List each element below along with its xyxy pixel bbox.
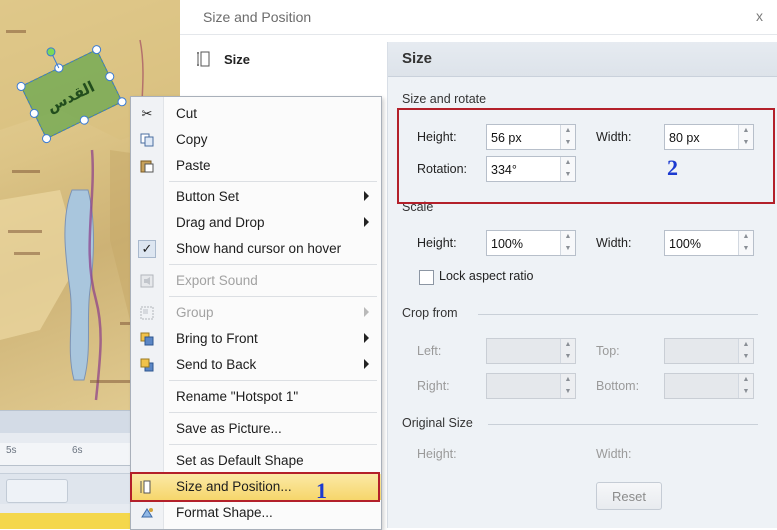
dialog-titlebar: Size and Position x — [180, 0, 777, 35]
crop-right-label: Right: — [417, 379, 450, 393]
menu-item-set-default[interactable]: Set as Default Shape — [131, 448, 381, 474]
ruler-tick-6s: 6s — [72, 445, 83, 456]
close-icon[interactable]: x — [756, 8, 763, 24]
menu-separator — [169, 296, 377, 297]
copy-icon — [139, 132, 155, 148]
scale-height-spin-arrows[interactable]: ▲ ▼ — [560, 231, 575, 255]
highlight-box-size-position — [130, 472, 380, 502]
group-crop-label: Crop from — [402, 306, 458, 320]
submenu-arrow-icon — [364, 359, 369, 369]
menu-item-bring-front[interactable]: Bring to Front — [131, 326, 381, 352]
menu-label-format-shape: Format Shape... — [176, 505, 273, 520]
group-size-rotate-label: Size and rotate — [402, 92, 487, 106]
crop-left-stepper[interactable]: ▲ ▼ — [486, 338, 576, 364]
menu-label-export-sound: Export Sound — [176, 273, 258, 288]
paste-icon — [139, 158, 155, 174]
checkmark-icon: ✓ — [138, 240, 156, 258]
submenu-arrow-icon — [364, 217, 369, 227]
menu-label-button-set: Button Set — [176, 189, 240, 204]
menu-label-cut: Cut — [176, 106, 198, 121]
send-to-back-icon — [139, 357, 155, 373]
scale-width-stepper[interactable]: 100% ▲ ▼ — [664, 230, 754, 256]
submenu-arrow-icon — [364, 333, 369, 343]
crop-top-label: Top: — [596, 344, 620, 358]
menu-item-show-hand-cursor[interactable]: ✓ Show hand cursor on hover — [131, 236, 381, 262]
menu-separator — [169, 412, 377, 413]
sidebar-item-label: Size — [224, 51, 251, 67]
menu-label-set-default: Set as Default Shape — [176, 453, 304, 468]
crop-left-label: Left: — [417, 344, 442, 358]
menu-separator — [169, 181, 377, 182]
format-shape-icon — [139, 505, 155, 521]
menu-item-drag-drop[interactable]: Drag and Drop — [131, 210, 381, 236]
size-icon — [196, 50, 214, 68]
crop-right-stepper[interactable]: ▲ ▼ — [486, 373, 576, 399]
crop-top-spin-arrows[interactable]: ▲ ▼ — [738, 339, 753, 363]
pane-header: Size — [388, 42, 777, 77]
menu-item-paste[interactable]: Paste — [131, 153, 381, 179]
menu-label-send-back: Send to Back — [176, 357, 257, 372]
ruler-tick-5s: 5s — [6, 445, 17, 456]
menu-item-rename[interactable]: Rename "Hotspot 1" — [131, 384, 381, 410]
menu-label-drag-drop: Drag and Drop — [176, 215, 265, 230]
menu-label-bring-front: Bring to Front — [176, 331, 258, 346]
scissors-icon: ✂ — [141, 106, 153, 121]
menu-label-save-picture: Save as Picture... — [176, 421, 282, 436]
crop-right-spin-arrows[interactable]: ▲ ▼ — [560, 374, 575, 398]
group-original-label: Original Size — [402, 416, 473, 430]
context-menu: ✂ Cut Copy Paste Button Set Drag and Dro… — [130, 96, 382, 530]
crop-bottom-spin-arrows[interactable]: ▲ ▼ — [738, 374, 753, 398]
scale-width-value: 100% — [669, 237, 701, 251]
lock-aspect-checkbox[interactable] — [419, 270, 434, 285]
menu-label-group: Group — [176, 305, 214, 320]
dialog-title: Size and Position — [203, 9, 312, 25]
scale-width-spin-arrows[interactable]: ▲ ▼ — [738, 231, 753, 255]
menu-label-show-hand: Show hand cursor on hover — [176, 241, 342, 256]
menu-label-paste: Paste — [176, 158, 211, 173]
lock-aspect-label: Lock aspect ratio — [439, 269, 534, 283]
menu-item-cut[interactable]: ✂ Cut — [131, 101, 381, 127]
menu-item-copy[interactable]: Copy — [131, 127, 381, 153]
crop-bottom-stepper[interactable]: ▲ ▼ — [664, 373, 754, 399]
menu-item-group[interactable]: Group — [131, 300, 381, 326]
submenu-arrow-icon — [364, 191, 369, 201]
submenu-arrow-icon — [364, 307, 369, 317]
sidebar-item-size[interactable]: Size — [196, 46, 250, 72]
menu-item-export-sound[interactable]: Export Sound — [131, 268, 381, 294]
bring-to-front-icon — [139, 331, 155, 347]
annotation-number-2: 2 — [667, 155, 678, 180]
original-height-label: Height: — [417, 447, 457, 461]
menu-separator — [169, 444, 377, 445]
scale-height-stepper[interactable]: 100% ▲ ▼ — [486, 230, 576, 256]
menu-item-format-shape[interactable]: Format Shape... — [131, 500, 381, 526]
scale-height-label: Height: — [417, 236, 457, 250]
crop-top-stepper[interactable]: ▲ ▼ — [664, 338, 754, 364]
crop-bottom-label: Bottom: — [596, 379, 640, 393]
highlight-box-size-rotate — [397, 108, 775, 204]
menu-label-copy: Copy — [176, 132, 208, 147]
timeline-object-bar[interactable] — [6, 479, 68, 503]
original-width-label: Width: — [596, 447, 632, 461]
export-sound-icon — [139, 273, 155, 289]
scale-width-label: Width: — [596, 236, 632, 250]
menu-separator — [169, 380, 377, 381]
menu-item-save-picture[interactable]: Save as Picture... — [131, 416, 381, 442]
annotation-number-1: 1 — [316, 478, 327, 503]
menu-label-rename: Rename "Hotspot 1" — [176, 389, 299, 404]
menu-separator — [169, 264, 377, 265]
scale-height-value: 100% — [491, 237, 523, 251]
group-icon — [139, 305, 155, 321]
menu-item-button-set[interactable]: Button Set — [131, 184, 381, 210]
crop-left-spin-arrows[interactable]: ▲ ▼ — [560, 339, 575, 363]
menu-item-send-back[interactable]: Send to Back — [131, 352, 381, 378]
pane-title: Size — [402, 50, 433, 67]
reset-button[interactable]: Reset — [596, 482, 662, 510]
